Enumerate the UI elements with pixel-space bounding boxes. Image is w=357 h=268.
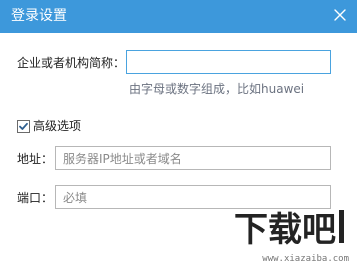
- watermark: 下载吧 www.xiazaiba.com: [234, 206, 349, 264]
- company-input[interactable]: [126, 50, 331, 74]
- advanced-options-label: 高级选项: [33, 119, 82, 133]
- watermark-main-text: 下载吧: [234, 210, 336, 250]
- advanced-options-toggle[interactable]: 高级选项: [17, 118, 81, 134]
- login-settings-window: 登录设置 企业或者机构简称： 由字母或数字组成，比如huawei 高级选项 地址…: [0, 0, 357, 268]
- close-button[interactable]: [328, 3, 352, 27]
- watermark-sub-text: www.xiazaiba.com: [262, 254, 349, 264]
- title-bar: 登录设置: [0, 0, 357, 33]
- port-placeholder: 必填: [63, 190, 88, 205]
- close-icon: [334, 9, 346, 21]
- company-label: 企业或者机构简称：: [17, 56, 126, 70]
- window-title: 登录设置: [11, 8, 67, 24]
- port-label: 端口：: [17, 191, 54, 205]
- checkmark-icon: [19, 122, 28, 130]
- address-label: 地址：: [17, 152, 54, 166]
- address-input[interactable]: 服务器IP地址或者域名: [55, 146, 331, 170]
- address-placeholder: 服务器IP地址或者域名: [63, 151, 182, 166]
- company-hint: 由字母或数字组成，比如huawei: [129, 82, 305, 96]
- watermark-logo: 下载吧: [234, 210, 344, 250]
- advanced-options-checkbox[interactable]: [17, 119, 30, 133]
